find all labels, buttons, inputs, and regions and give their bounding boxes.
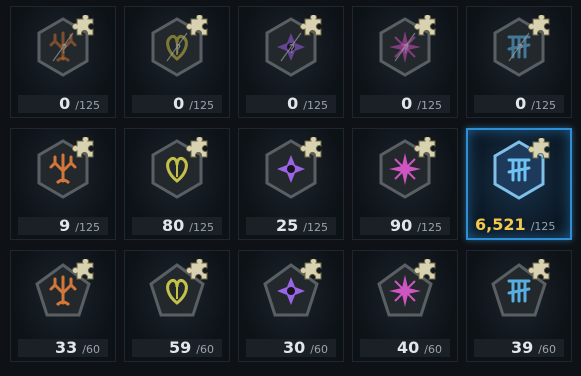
required-count: /60 [310,343,328,356]
owned-count: 9 [59,216,71,235]
shard-emblem: ? [493,15,550,77]
shard-slot[interactable]: 80 /125 [124,128,230,240]
shard-count: 0 /125 [360,95,450,113]
shard-count: 33 /60 [18,339,108,357]
shard-count: 39 /60 [474,339,564,357]
required-count: /125 [75,99,100,112]
shard-slot[interactable]: 6,521 /125 [466,128,572,240]
compass-icon [259,259,323,323]
shard-count: 6,521 /125 [475,216,563,234]
required-count: /125 [189,221,214,234]
rune-icon [487,259,551,323]
shard-emblem: ? [37,15,94,77]
heart-icon [145,137,209,201]
heart-icon [145,259,209,323]
owned-count: 59 [168,338,192,357]
owned-count: 0 [59,94,71,113]
shard-slot[interactable]: 30 /60 [238,250,344,362]
shard-slot[interactable]: 90 /125 [352,128,458,240]
required-count: /125 [189,99,214,112]
shard-count: 25 /125 [246,217,336,235]
shard-emblem: ? [151,15,208,77]
shard-slot[interactable]: 9 /125 [10,128,116,240]
owned-count: 90 [389,216,413,235]
shard-emblem [37,137,94,199]
required-count: /125 [75,221,100,234]
owned-count: 30 [282,338,306,357]
shard-emblem: ? [265,15,322,77]
shard-count: 0 /125 [474,95,564,113]
shard-slot[interactable]: 33 /60 [10,250,116,362]
owned-count: 0 [173,94,185,113]
shard-emblem [263,259,322,317]
shard-count: 80 /125 [132,217,222,235]
required-count: /125 [417,99,442,112]
shard-emblem: ? [379,15,436,77]
required-count: /60 [538,343,556,356]
shard-inventory-grid: ? 0 /125 ? 0 /125 ? 0 /125 ? 0 /125 ? 0 /125 … [0,0,581,376]
required-count: /125 [303,221,328,234]
shard-slot[interactable]: ? 0 /125 [466,6,572,118]
shard-slot[interactable]: ? 0 /125 [124,6,230,118]
owned-count: 0 [287,94,299,113]
heart-icon: ? [145,15,209,79]
owned-count: 40 [396,338,420,357]
shard-emblem [265,137,322,199]
shard-slot[interactable]: ? 0 /125 [238,6,344,118]
required-count: /125 [531,99,556,112]
shard-count: 90 /125 [360,217,450,235]
compass-icon: ? [259,15,323,79]
shard-slot[interactable]: 39 /60 [466,250,572,362]
required-count: /125 [417,221,442,234]
required-count: /125 [303,99,328,112]
required-count: /60 [424,343,442,356]
tree-icon [31,259,95,323]
rune-icon [487,138,551,202]
required-count: /60 [82,343,100,356]
rune-icon: ? [487,15,551,79]
compass-icon [259,137,323,201]
shard-slot[interactable]: 59 /60 [124,250,230,362]
owned-count: 25 [275,216,299,235]
tree-icon: ? [31,15,95,79]
shard-slot[interactable]: 40 /60 [352,250,458,362]
owned-count: 80 [161,216,185,235]
shard-slot[interactable]: ? 0 /125 [352,6,458,118]
tree-icon [31,137,95,201]
required-count: /125 [530,220,556,233]
shard-emblem [377,259,436,317]
star-icon [373,259,437,323]
shard-emblem [491,259,550,317]
shard-emblem [151,137,208,199]
shard-count: 0 /125 [246,95,336,113]
shard-count: 9 /125 [18,217,108,235]
shard-count: 40 /60 [360,339,450,357]
required-count: /60 [196,343,214,356]
owned-count: 33 [54,338,78,357]
owned-count: 0 [515,94,527,113]
shard-emblem [35,259,94,317]
shard-count: 59 /60 [132,339,222,357]
shard-emblem [379,137,436,199]
shard-emblem [149,259,208,317]
owned-count: 6,521 [475,215,526,234]
shard-slot[interactable]: 25 /125 [238,128,344,240]
shard-emblem [493,138,550,200]
star-icon: ? [373,15,437,79]
shard-count: 0 /125 [132,95,222,113]
owned-count: 0 [401,94,413,113]
shard-slot[interactable]: ? 0 /125 [10,6,116,118]
shard-count: 30 /60 [246,339,336,357]
star-icon [373,137,437,201]
shard-count: 0 /125 [18,95,108,113]
owned-count: 39 [510,338,534,357]
